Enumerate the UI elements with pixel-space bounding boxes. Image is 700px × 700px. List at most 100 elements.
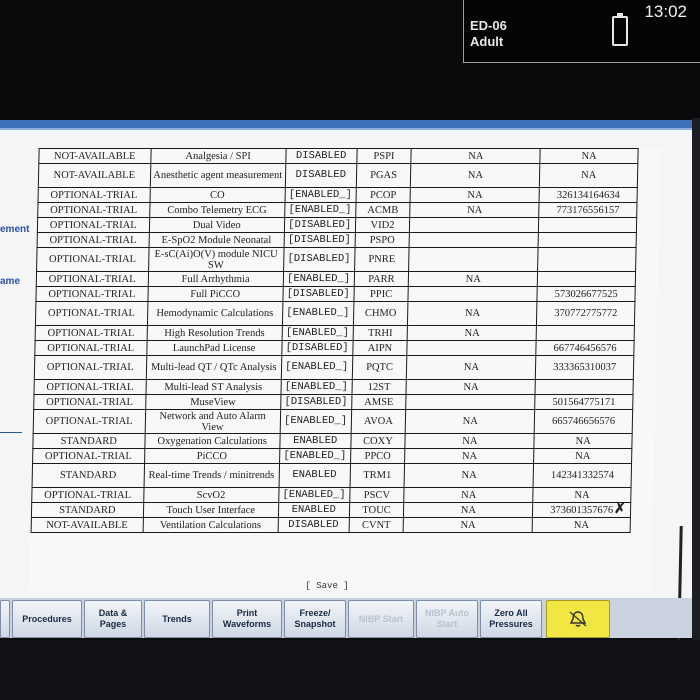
table-row: OPTIONAL-TRIAL Network and Auto Alarm Vie…: [33, 409, 633, 434]
nibp-start-button[interactable]: NIBP Start: [348, 600, 414, 638]
feature-code-cell: TRHI: [352, 325, 408, 341]
table-row: NOT-AVAILABLE Ventilation Calculations DIS…: [31, 517, 631, 533]
procedures-button[interactable]: Procedures: [12, 600, 82, 638]
sidebar-label-2[interactable]: ame: [0, 276, 20, 287]
license-status-cell: OPTIONAL-TRIAL: [38, 187, 150, 203]
feature-name-cell: Full PiCCO: [147, 286, 284, 302]
table-row: OPTIONAL-TRIAL LaunchPad License [DISABLED…: [34, 340, 635, 356]
enabled-state-cell: [DISABLED]: [282, 286, 354, 302]
feature-code-cell: PNRE: [354, 247, 410, 272]
enabled-state-cell: DISABLED: [285, 163, 357, 188]
enabled-state-cell: [ENABLED_]: [281, 325, 353, 341]
feature-code-cell: TOUC: [348, 502, 405, 518]
trial-cell: NA: [406, 379, 536, 395]
table-row: OPTIONAL-TRIAL Multi-lead ST Analysis [ENA…: [33, 379, 634, 395]
enabled-state-cell: ENABLED: [278, 502, 350, 518]
enabled-state-cell: [DISABLED]: [281, 340, 353, 356]
license-key-cell: NA: [540, 148, 639, 164]
feature-code-cell: PSPO: [354, 232, 410, 248]
license-status-cell: NOT-AVAILABLE: [31, 517, 143, 533]
license-key-cell: NA: [532, 517, 631, 533]
enabled-state-cell: ENABLED: [279, 433, 351, 449]
license-status-cell: OPTIONAL-TRIAL: [35, 325, 147, 341]
trial-cell: NA: [411, 148, 541, 164]
table-row: OPTIONAL-TRIAL Multi-lead QT / QTc Analys…: [34, 355, 634, 380]
trial-cell: [409, 217, 539, 233]
feature-code-cell: AIPN: [352, 340, 408, 356]
license-config-table: NOT-AVAILABLE Analgesia / SPI DISABLED PSPI…: [31, 148, 639, 533]
feature-code-cell: CVNT: [348, 517, 404, 533]
enabled-state-cell: [ENABLED_]: [280, 379, 352, 395]
feature-code-cell: TRM1: [349, 463, 405, 488]
cursor-x-icon: ✗: [614, 500, 626, 516]
feature-code-cell: 12ST: [351, 379, 407, 395]
feature-name-cell: LaunchPad License: [146, 340, 282, 356]
feature-name-cell: Anesthetic agent measurement: [149, 163, 286, 188]
license-key-cell: 773176556157: [538, 202, 638, 218]
license-status-cell: NOT-AVAILABLE: [38, 148, 151, 164]
print-waveforms-button[interactable]: Print Waveforms: [212, 600, 282, 638]
trial-cell: NA: [407, 325, 537, 341]
freeze-snapshot-button[interactable]: Freeze/ Snapshot: [284, 600, 346, 638]
enabled-state-cell: [ENABLED_]: [278, 487, 350, 503]
license-key-cell: [538, 217, 637, 233]
license-status-cell: OPTIONAL-TRIAL: [37, 232, 149, 248]
feature-code-cell: AMSE: [351, 394, 407, 410]
enabled-state-cell: [DISABLED]: [280, 394, 352, 410]
table-row: OPTIONAL-TRIAL ScvO2 [ENABLED_] PSCV NA NA: [31, 487, 632, 503]
nibp-auto-start-button[interactable]: NIBP Auto Start: [416, 600, 478, 638]
table-row: OPTIONAL-TRIAL MuseView [DISABLED] AMSE 5015…: [33, 394, 633, 410]
zero-all-pressures-button[interactable]: Zero All Pressures: [480, 600, 542, 638]
enabled-state-cell: ENABLED: [278, 463, 351, 488]
feature-name-cell: E-sC(Ai)O(V) module NICU SW: [148, 247, 284, 272]
feature-code-cell: PSCV: [349, 487, 405, 503]
enabled-state-cell: [ENABLED_]: [284, 202, 356, 218]
feature-code-cell: PARR: [353, 271, 410, 287]
license-status-cell: STANDARD: [32, 433, 145, 449]
feature-code-cell: PSPI: [356, 148, 412, 164]
alarm-silence-button[interactable]: [546, 600, 610, 638]
sidebar-label-1[interactable]: ement: [0, 224, 29, 235]
feature-name-cell: ScvO2: [143, 487, 279, 503]
trial-cell: NA: [410, 187, 540, 203]
license-status-cell: OPTIONAL-TRIAL: [33, 394, 146, 410]
license-status-cell: OPTIONAL-TRIAL: [33, 409, 146, 434]
license-key-cell: NA: [539, 163, 638, 188]
save-link[interactable]: [ Save ]: [305, 581, 348, 591]
feature-name-cell: Combo Telemetry ECG: [149, 202, 285, 218]
license-key-cell: NA: [533, 448, 632, 464]
feature-code-cell: COXY: [350, 433, 406, 449]
table-row: OPTIONAL-TRIAL E-SpO2 Module Neonatal [DIS…: [37, 232, 637, 248]
feature-name-cell: Analgesia / SPI: [150, 148, 286, 164]
trial-cell: NA: [404, 448, 535, 464]
trial-cell: NA: [405, 433, 535, 449]
toolbar-left-edge-button[interactable]: [0, 600, 10, 638]
feature-code-cell: PGAS: [355, 163, 412, 188]
license-key-cell: 326134164634: [539, 187, 638, 203]
feature-name-cell: Full Arrhythmia: [147, 271, 284, 287]
feature-name-cell: Real-time Trends / minitrends: [143, 463, 280, 488]
feature-name-cell: Touch User Interface: [142, 502, 279, 518]
trial-cell: [406, 394, 536, 410]
trial-cell: NA: [410, 163, 541, 188]
table-row: OPTIONAL-TRIAL E-sC(Ai)O(V) module NICU S…: [36, 247, 637, 272]
feature-code-cell: PCOP: [355, 187, 411, 203]
feature-code-cell: CHMO: [352, 301, 409, 326]
license-status-cell: OPTIONAL-TRIAL: [34, 355, 147, 380]
feature-code-cell: AVOA: [350, 409, 407, 434]
table-row: OPTIONAL-TRIAL PiCCO [ENABLED_] PPCO NA NA: [32, 448, 632, 464]
trial-cell: [409, 232, 539, 248]
table-row: NOT-AVAILABLE Anesthetic agent measuremen…: [38, 163, 638, 188]
trends-button[interactable]: Trends: [144, 600, 210, 638]
table-row: OPTIONAL-TRIAL CO [ENABLED_] PCOP NA 32613416…: [38, 187, 638, 203]
license-status-cell: STANDARD: [32, 463, 145, 488]
license-key-cell: 501564775171: [534, 394, 633, 410]
table-row: STANDARD Oxygenation Calculations ENABLED C…: [32, 433, 633, 449]
trial-cell: NA: [406, 355, 537, 380]
license-status-cell: OPTIONAL-TRIAL: [34, 340, 147, 356]
license-key-cell: [537, 271, 636, 287]
enabled-state-cell: DISABLED: [277, 517, 349, 533]
data-pages-button[interactable]: Data & Pages: [84, 600, 142, 638]
license-key-cell: 665746656576: [534, 409, 633, 434]
table-row: OPTIONAL-TRIAL Combo Telemetry ECG [ENABLE…: [37, 202, 638, 218]
